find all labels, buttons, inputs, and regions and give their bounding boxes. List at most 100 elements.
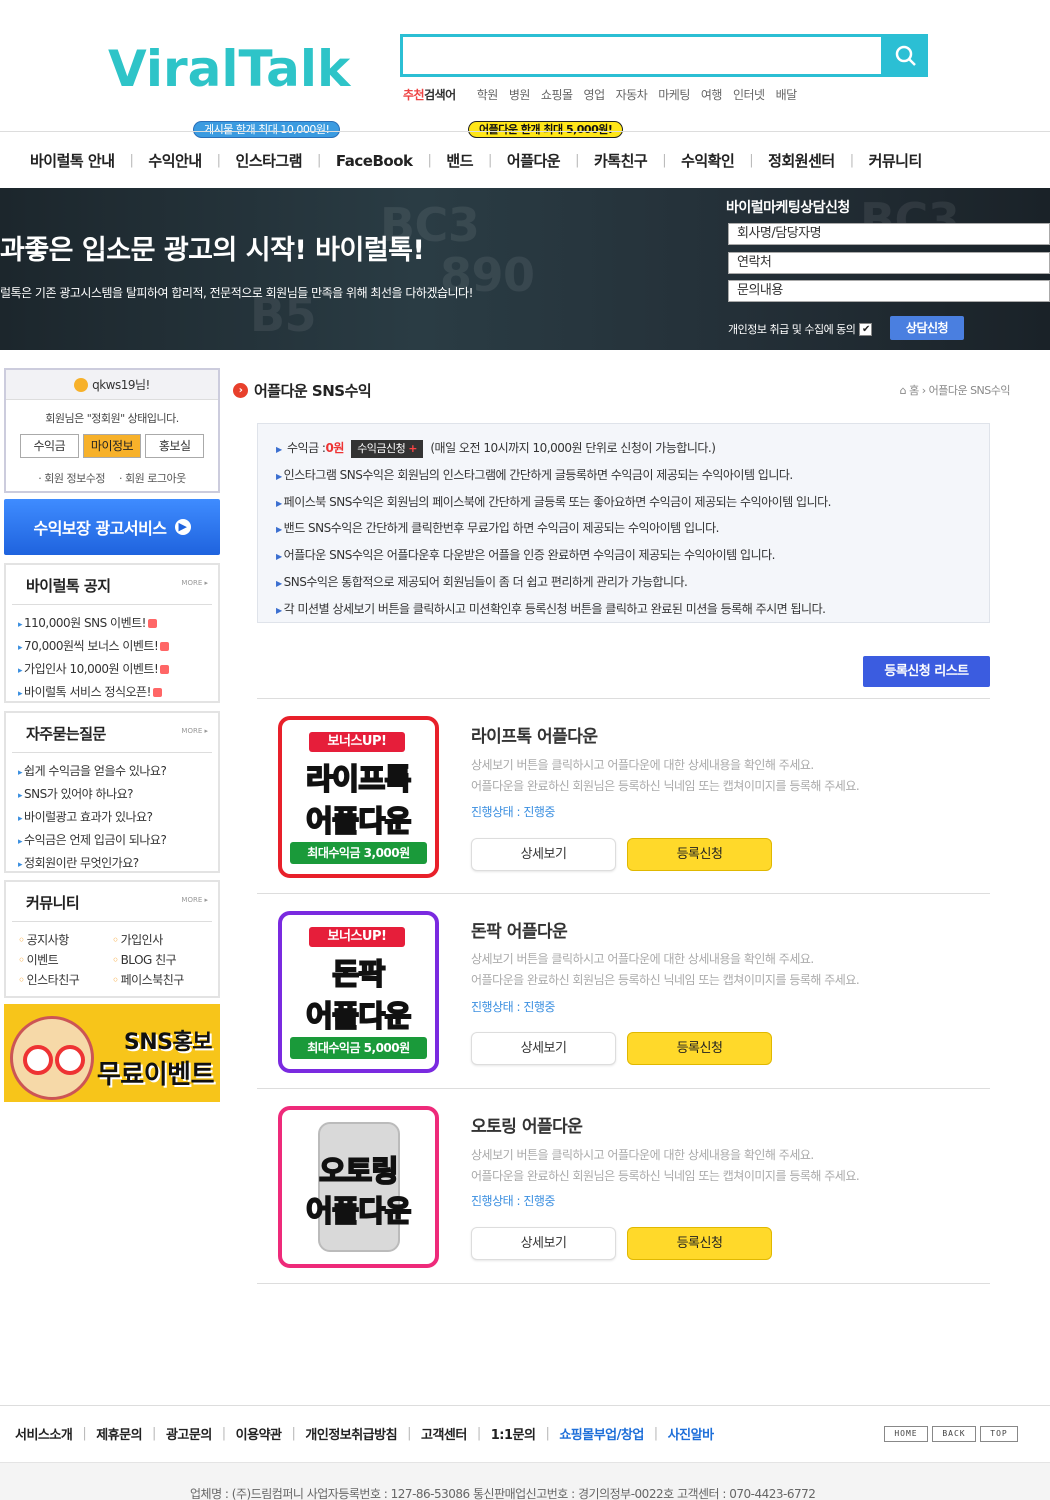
- main-nav: 바이럴톡 안내 | 수익안내 | 인스타그램 | FaceBook | 밴드 | 어플다운…: [30, 150, 922, 171]
- footer-link[interactable]: 쇼핑몰부업/창업: [559, 1424, 644, 1443]
- promo-room-button[interactable]: 홍보실: [145, 434, 205, 458]
- new-icon: [147, 619, 157, 628]
- footer-link[interactable]: 1:1문의: [491, 1424, 536, 1443]
- list-item[interactable]: SNS가 있어야 하나요?: [18, 784, 206, 807]
- app-card-donpak[interactable]: 보너스UP! 돈팍 어플다운 최대수익금 5,000원: [278, 911, 439, 1073]
- income-button[interactable]: 수익금: [20, 434, 79, 458]
- footer-link[interactable]: 서비스소개: [15, 1424, 73, 1443]
- notice-title: 바이럴톡 공지 MORE ▸: [12, 565, 212, 605]
- apply-button[interactable]: 등록신청: [627, 1227, 772, 1260]
- list-item[interactable]: 정회원이란 무엇인가요?: [18, 853, 206, 876]
- community-more-link[interactable]: MORE ▸: [181, 896, 208, 904]
- app-card-lifetalk[interactable]: 보너스UP! 라이프톡 어플다운 최대수익금 3,000원: [278, 716, 439, 878]
- card-app-name: 돈팍: [331, 956, 386, 992]
- breadcrumb-text[interactable]: 홈 › 어플다운 SNS수익: [909, 384, 1010, 397]
- community-link[interactable]: 공지사항: [18, 930, 112, 950]
- footer-link[interactable]: 제휴문의: [96, 1424, 142, 1443]
- privacy-checkbox[interactable]: ✔: [859, 322, 873, 336]
- list-item[interactable]: 바이럴톡 서비스 정식오픈!: [18, 682, 206, 705]
- item-description: 상세보기 버튼을 클릭하시고 어플다운에 대한 상세내용을 확인해 주세요.: [471, 952, 814, 966]
- nav-item[interactable]: 카톡친구: [594, 150, 648, 171]
- sns-event-banner[interactable]: SNS홍보 무료이벤트: [4, 1004, 220, 1102]
- search-input[interactable]: [400, 34, 884, 77]
- app-card-autoring[interactable]: 오토링 어플다운: [278, 1106, 439, 1268]
- keyword-link[interactable]: 자동차: [616, 86, 648, 103]
- footer-separator: |: [407, 1426, 411, 1441]
- keyword-link[interactable]: 인터넷: [733, 86, 765, 103]
- contact-field[interactable]: 연락처: [728, 252, 1050, 274]
- footer-separator: |: [152, 1426, 156, 1441]
- footer-link[interactable]: 광고문의: [166, 1424, 212, 1443]
- keyword-link[interactable]: 영업: [584, 86, 606, 103]
- list-item[interactable]: 110,000원 SNS 이벤트!: [18, 613, 206, 636]
- consult-submit-button[interactable]: 상담신청: [890, 316, 964, 340]
- divider: [257, 1088, 990, 1089]
- community-link[interactable]: 인스타친구: [18, 970, 112, 990]
- notice-box: 바이럴톡 공지 MORE ▸ 110,000원 SNS 이벤트! 70,000원씩…: [4, 563, 220, 703]
- apply-button[interactable]: 등록신청: [627, 838, 772, 871]
- footer-links: 서비스소개 | 제휴문의 | 광고문의 | 이용약관 | 개인정보취급방침 | 고객센터 |…: [15, 1424, 714, 1443]
- keyword-link[interactable]: 여행: [701, 86, 723, 103]
- info-line: 어플다운 SNS수익은 어플다운후 다운받은 어플을 인증 완료하면 수익금이 …: [276, 543, 971, 570]
- list-item[interactable]: 수익금은 언제 입금이 되나요?: [18, 830, 206, 853]
- nav-separator: |: [749, 153, 754, 168]
- keyword-link[interactable]: 쇼핑몰: [541, 86, 573, 103]
- notice-more-link[interactable]: MORE ▸: [181, 579, 208, 587]
- footer-separator: |: [82, 1426, 87, 1441]
- nav-item[interactable]: 바이럴톡 안내: [30, 150, 115, 171]
- faq-title: 자주묻는질문 MORE ▸: [12, 713, 212, 753]
- back-button[interactable]: BACK: [932, 1426, 976, 1442]
- keyword-link[interactable]: 마케팅: [658, 86, 690, 103]
- apply-button[interactable]: 등록신청: [627, 1032, 772, 1065]
- edit-profile-link[interactable]: · 회원 정보수정: [38, 470, 105, 486]
- footer-separator: |: [476, 1426, 481, 1441]
- list-item[interactable]: 70,000원씩 보너스 이벤트!: [18, 636, 206, 659]
- nav-item[interactable]: 정회원센터: [768, 150, 835, 171]
- item-description: 어플다운을 완료하신 회원님은 등록하신 닉네임 또는 캡쳐이미지를 등록해 주…: [471, 973, 860, 987]
- search-button[interactable]: [883, 34, 928, 77]
- detail-button[interactable]: 상세보기: [471, 838, 616, 871]
- nav-separator: |: [427, 153, 432, 168]
- list-item[interactable]: 쉽게 수익금을 얻을수 있나요?: [18, 761, 206, 784]
- faq-more-link[interactable]: MORE ▸: [181, 727, 208, 735]
- guaranteed-ad-banner[interactable]: 수익보장 광고서비스 ▶: [4, 499, 220, 555]
- nav-item[interactable]: 수익확인: [681, 150, 735, 171]
- info-line: 밴드 SNS수익은 간단하게 클릭한번후 무료가입 하면 수익금이 제공되는 수…: [276, 516, 971, 543]
- community-link[interactable]: 이벤트: [18, 950, 112, 970]
- income-request-button[interactable]: 수익금신청 +: [351, 440, 424, 458]
- nav-item[interactable]: 밴드: [446, 150, 473, 171]
- notice-item-text: 가입인사 10,000원 이벤트!: [24, 662, 159, 676]
- list-item[interactable]: 바이럴광고 효과가 있나요?: [18, 807, 206, 830]
- detail-button[interactable]: 상세보기: [471, 1032, 616, 1065]
- nav-item[interactable]: 수익안내: [148, 150, 202, 171]
- list-item[interactable]: 가입인사 10,000원 이벤트!: [18, 659, 206, 682]
- nav-item[interactable]: FaceBook: [336, 152, 413, 170]
- nav-item[interactable]: 커뮤니티: [869, 150, 923, 171]
- item-description: 어플다운을 완료하신 회원님은 등록하신 닉네임 또는 캡쳐이미지를 등록해 주…: [471, 1169, 860, 1183]
- keyword-link[interactable]: 학원: [477, 86, 499, 103]
- company-name-field[interactable]: 회사명/담당자명: [728, 223, 1050, 245]
- company-info: 업체명 : (주)드림컴퍼니 사업자등록번호 : 127-86-53086 통신…: [190, 1487, 816, 1500]
- inquiry-field[interactable]: 문의내용: [728, 280, 1050, 302]
- top-button[interactable]: TOP: [980, 1426, 1018, 1442]
- community-link[interactable]: BLOG 친구: [112, 950, 206, 970]
- nav-item[interactable]: 인스타그램: [236, 150, 303, 171]
- footer-link[interactable]: 사진알바: [668, 1424, 714, 1443]
- my-info-button[interactable]: 마이정보: [82, 434, 142, 458]
- footer-link[interactable]: 이용약관: [236, 1424, 282, 1443]
- info-line: 페이스북 SNS수익은 회원님의 페이스북에 간단하게 글등록 또는 좋아요하면…: [276, 490, 971, 517]
- nav-item[interactable]: 어플다운: [507, 150, 561, 171]
- keyword-link[interactable]: 배달: [776, 86, 798, 103]
- item-title: 라이프톡 어플다운: [471, 727, 598, 747]
- community-link[interactable]: 가입인사: [112, 930, 206, 950]
- keyword-link[interactable]: 병원: [509, 86, 531, 103]
- community-link[interactable]: 페이스북친구: [112, 970, 206, 990]
- footer-link[interactable]: 고객센터: [421, 1424, 467, 1443]
- registration-list-button[interactable]: 등록신청 리스트: [863, 656, 990, 687]
- logout-link[interactable]: · 회원 로그아웃: [119, 470, 186, 486]
- site-logo[interactable]: ViralTalk: [108, 40, 350, 98]
- home-button[interactable]: HOME: [884, 1426, 928, 1442]
- detail-button[interactable]: 상세보기: [471, 1227, 616, 1260]
- footer-link[interactable]: 개인정보취급방침: [305, 1424, 397, 1443]
- page-title: › 어플다운 SNS수익: [233, 380, 372, 401]
